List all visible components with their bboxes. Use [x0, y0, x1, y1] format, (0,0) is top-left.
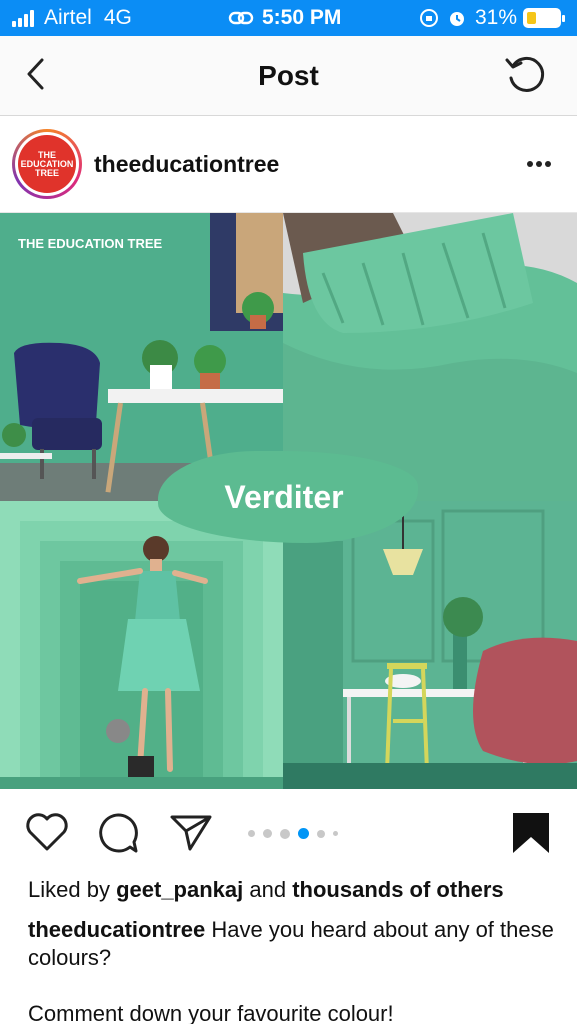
caption-author[interactable]: theeducationtree	[28, 917, 205, 942]
carrier-name: Airtel	[44, 6, 92, 29]
likes-line: Liked by geet_pankaj and thousands of ot…	[28, 876, 558, 904]
signal-icon	[12, 9, 36, 27]
carousel-indicator	[248, 828, 346, 839]
likes-others-link[interactable]: thousands of others	[292, 877, 503, 902]
caption-line: theeducationtree Have you heard about an…	[28, 916, 558, 972]
refresh-icon[interactable]	[503, 52, 551, 98]
post-header: THE EDUCATION TREE theeducationtree	[0, 117, 577, 213]
colour-name-text: Verditer	[224, 479, 344, 515]
carousel-dot	[317, 829, 325, 838]
action-bar	[0, 789, 577, 875]
post-image[interactable]: THE EDUCATION TREE Verditer	[0, 213, 577, 789]
brand-watermark: THE EDUCATION TREE	[18, 236, 163, 251]
likes-connector: and	[249, 877, 287, 902]
carousel-dot	[248, 830, 255, 837]
send-icon[interactable]	[168, 811, 214, 853]
page-title: Post	[258, 60, 319, 91]
comment-icon[interactable]	[96, 811, 142, 855]
battery-percent: 31%	[474, 6, 517, 29]
alarm-icon	[449, 12, 464, 26]
rotation-lock-icon	[419, 9, 438, 27]
bookmark-icon[interactable]	[511, 811, 551, 855]
clock: 5:50 PM	[262, 6, 342, 29]
nav-header: Post	[0, 36, 577, 116]
model-image	[0, 501, 283, 789]
colour-name-label: Verditer	[158, 451, 418, 543]
caption-second-line: Comment down your favourite colour!	[28, 1001, 394, 1024]
dining-image	[283, 501, 577, 789]
link-icon	[228, 11, 254, 25]
avatar-logo-text: THE EDUCATION TREE	[18, 135, 76, 193]
network-type: 4G	[103, 6, 132, 29]
carousel-dot	[298, 828, 309, 839]
post-caption: Liked by geet_pankaj and thousands of ot…	[28, 876, 558, 1024]
carousel-dot	[263, 829, 272, 838]
post-username[interactable]: theeducationtree	[94, 151, 279, 178]
carousel-dot	[333, 831, 338, 836]
heart-icon[interactable]	[24, 811, 70, 853]
status-bar: Airtel 4G 5:50 PM 31%	[0, 0, 577, 36]
more-options-icon[interactable]	[524, 161, 551, 167]
likes-prefix: Liked by	[28, 877, 110, 902]
avatar[interactable]: THE EDUCATION TREE	[12, 129, 82, 199]
carousel-dot	[280, 828, 290, 839]
liked-by-user[interactable]: geet_pankaj	[116, 877, 243, 902]
battery-icon	[523, 8, 565, 28]
